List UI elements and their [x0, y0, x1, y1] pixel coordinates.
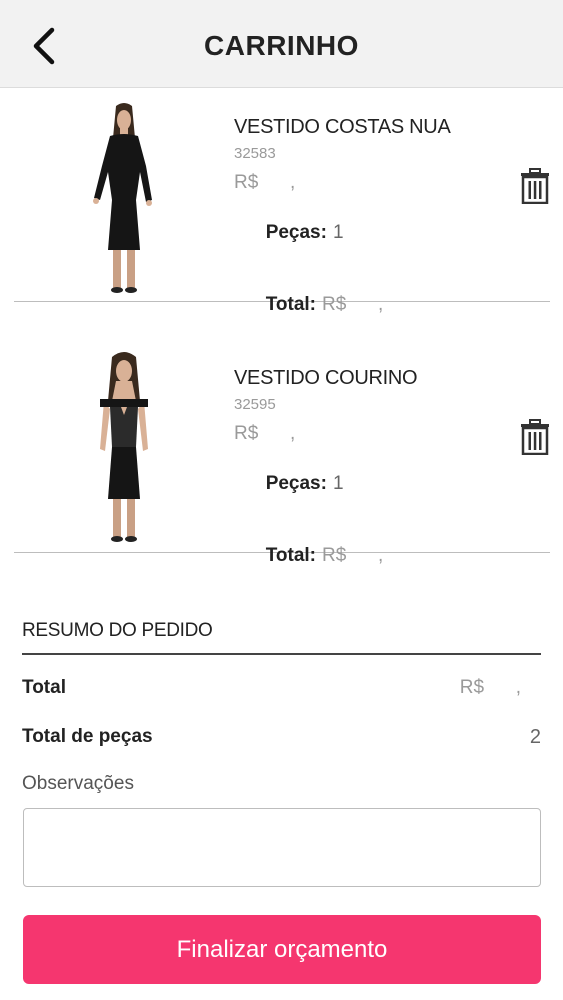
- total-label: Total:: [265, 294, 316, 315]
- cart-item: VESTIDO COSTAS NUA 32583 R$ , Peças: 1 To…: [14, 88, 550, 315]
- summary-total-label: Total: [22, 677, 66, 698]
- product-name: VESTIDO COSTAS NUA: [234, 116, 451, 138]
- product-image[interactable]: [74, 349, 174, 549]
- product-info: VESTIDO COURINO 32595 R$ , Peças: 1 Total…: [234, 367, 504, 589]
- summary-total-row: Total R$ ,: [22, 677, 541, 699]
- total-row: Total: R$ ,: [234, 272, 504, 338]
- app-header: CARRINHO: [0, 0, 563, 88]
- pieces-value: 1: [332, 473, 344, 494]
- product-price: R$ ,: [234, 172, 296, 193]
- pieces-row: Peças: 1: [234, 200, 504, 266]
- pieces-row: Peças: 1: [234, 451, 504, 517]
- delete-item-button[interactable]: [520, 419, 550, 456]
- delete-item-button[interactable]: [520, 168, 550, 205]
- pieces-label: Peças:: [265, 222, 327, 243]
- total-label: Total:: [265, 545, 316, 566]
- product-sku: 32595: [234, 396, 276, 413]
- cart-item: VESTIDO COURINO 32595 R$ , Peças: 1 Total…: [14, 339, 550, 566]
- summary-title: RESUMO DO PEDIDO: [22, 620, 213, 641]
- trash-icon: [521, 168, 549, 205]
- total-value: R$ ,: [322, 294, 384, 315]
- summary-divider: [22, 653, 541, 655]
- trash-icon: [521, 419, 549, 456]
- observations-label: Observações: [22, 773, 134, 794]
- summary-total-value: R$ ,: [459, 677, 521, 698]
- pieces-value: 1: [332, 222, 344, 243]
- observations-input[interactable]: [23, 808, 541, 887]
- summary-pieces-label: Total de peças: [22, 726, 153, 747]
- product-name: VESTIDO COURINO: [234, 367, 418, 389]
- product-price: R$ ,: [234, 423, 296, 444]
- pieces-label: Peças:: [265, 473, 327, 494]
- total-row: Total: R$ ,: [234, 523, 504, 589]
- product-sku: 32583: [234, 145, 276, 162]
- product-info: VESTIDO COSTAS NUA 32583 R$ , Peças: 1 To…: [234, 116, 504, 338]
- total-value: R$ ,: [322, 545, 384, 566]
- finalize-quote-button[interactable]: Finalizar orçamento: [23, 915, 541, 984]
- summary-pieces-value: 2: [529, 726, 541, 748]
- page-title: CARRINHO: [204, 30, 359, 61]
- product-image[interactable]: [74, 100, 174, 300]
- summary-pieces-row: Total de peças 2: [22, 726, 541, 748]
